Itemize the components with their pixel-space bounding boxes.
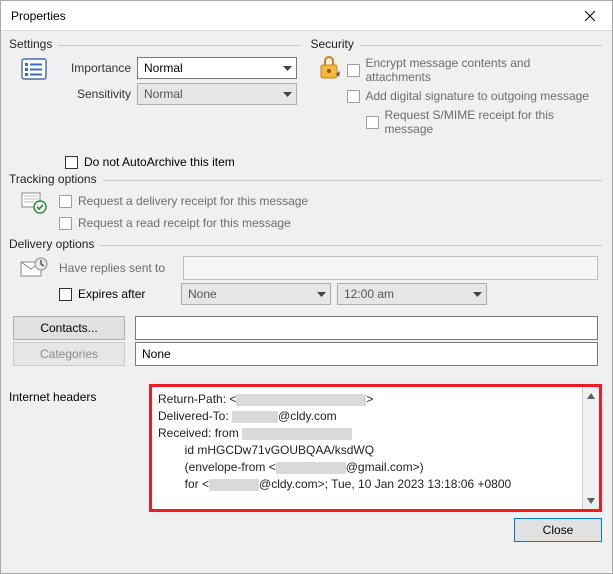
autoarchive-checkbox[interactable] [65, 156, 78, 169]
replies-label: Have replies sent to [59, 261, 177, 275]
importance-value: Normal [144, 61, 183, 75]
delivery-receipt-label: Request a delivery receipt for this mess… [78, 194, 308, 208]
autoarchive-label: Do not AutoArchive this item [84, 155, 235, 169]
contacts-input[interactable] [135, 316, 598, 340]
delivery-legend: Delivery options [9, 237, 100, 251]
tracking-group: Tracking options Request a delivery rece… [9, 180, 602, 237]
dialog-body: Settings Importance [1, 31, 612, 573]
smime-label: Request S/MIME receipt for this message [385, 108, 599, 136]
scroll-up-icon[interactable] [583, 387, 600, 404]
chevron-down-icon [473, 287, 482, 301]
sensitivity-select: Normal [137, 83, 297, 105]
lock-icon [315, 54, 343, 138]
expires-date-value: None [188, 287, 217, 301]
read-receipt-checkbox [59, 217, 72, 230]
properties-icon [13, 54, 55, 108]
replies-input [183, 256, 598, 280]
expires-date-select: None [181, 283, 331, 305]
close-icon [584, 10, 596, 22]
smime-checkbox [366, 116, 379, 129]
chevron-down-icon [317, 287, 326, 301]
titlebar: Properties [1, 1, 612, 31]
security-group: Security Encrypt message contents and at… [311, 45, 603, 140]
tracking-icon [13, 189, 55, 235]
headers-scrollbar[interactable] [582, 387, 599, 509]
sensitivity-value: Normal [144, 87, 183, 101]
contacts-button[interactable]: Contacts... [13, 316, 125, 340]
security-legend: Security [311, 37, 360, 51]
categories-button: Categories [13, 342, 125, 366]
expires-time-select: 12:00 am [337, 283, 487, 305]
scroll-down-icon[interactable] [583, 492, 600, 509]
expires-time-value: 12:00 am [344, 287, 394, 301]
chevron-down-icon [283, 61, 292, 75]
sensitivity-label: Sensitivity [59, 87, 131, 101]
categories-input[interactable]: None [135, 342, 598, 366]
signature-label: Add digital signature to outgoing messag… [366, 89, 589, 103]
delivery-icon [13, 254, 55, 308]
settings-group: Settings Importance [9, 45, 301, 140]
window-title: Properties [11, 9, 66, 23]
delivery-group: Delivery options Have replies sent to [9, 245, 602, 370]
close-window-button[interactable] [567, 1, 612, 31]
expires-label: Expires after [78, 287, 175, 301]
chevron-down-icon [283, 87, 292, 101]
delivery-receipt-checkbox [59, 195, 72, 208]
internet-headers-text[interactable]: Return-Path: <> Delivered-To: @cldy.com … [152, 387, 582, 509]
encrypt-label: Encrypt message contents and attachments [366, 56, 599, 84]
importance-label: Importance [59, 61, 131, 75]
encrypt-checkbox [347, 64, 360, 77]
settings-legend: Settings [9, 37, 58, 51]
internet-headers-label: Internet headers [9, 384, 139, 512]
close-button[interactable]: Close [514, 518, 602, 542]
internet-headers-box: Return-Path: <> Delivered-To: @cldy.com … [149, 384, 602, 512]
signature-checkbox [347, 90, 360, 103]
tracking-legend: Tracking options [9, 172, 103, 186]
importance-select[interactable]: Normal [137, 57, 297, 79]
read-receipt-label: Request a read receipt for this message [78, 216, 291, 230]
expires-checkbox[interactable] [59, 288, 72, 301]
properties-dialog: Properties Settings [0, 0, 613, 574]
